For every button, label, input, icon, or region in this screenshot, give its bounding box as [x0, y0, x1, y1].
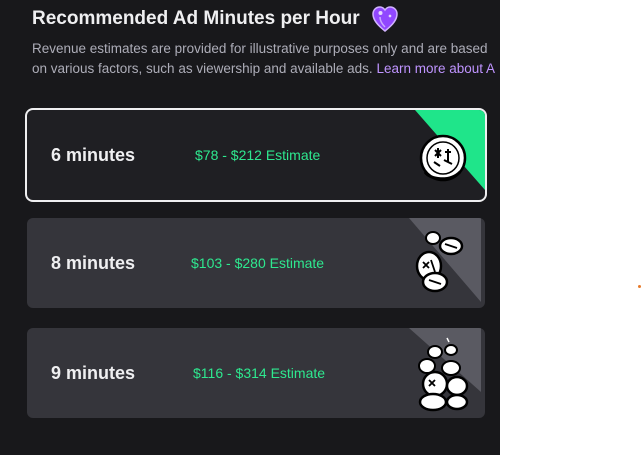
- description-line-2-text: on various factors, such as viewership a…: [32, 61, 377, 76]
- coin-pile-icon: [409, 328, 481, 412]
- option-estimate-label: $78 - $212 Estimate: [195, 147, 321, 163]
- option-estimate-label: $103 - $280 Estimate: [191, 255, 325, 271]
- description-line-1: Revenue estimates are provided for illus…: [32, 41, 488, 56]
- ad-minutes-panel: Recommended Ad Minutes per Hour Revenue …: [0, 0, 500, 455]
- section-header: Recommended Ad Minutes per Hour: [32, 4, 400, 34]
- option-minutes-label: 6 minutes: [51, 145, 136, 165]
- learn-more-link[interactable]: Learn more about A: [376, 61, 495, 76]
- single-coin-icon: [415, 110, 485, 190]
- coin-stack-icon: [409, 218, 481, 302]
- option-estimate-label: $116 - $314 Estimate: [193, 365, 326, 381]
- ad-option-9-minutes[interactable]: 9 minutes $116 - $314 Estimate: [27, 328, 485, 418]
- option-minutes-label: 9 minutes: [51, 363, 136, 383]
- section-title: Recommended Ad Minutes per Hour: [32, 8, 360, 29]
- description-line-2: on various factors, such as viewership a…: [32, 59, 500, 79]
- purple-heart-icon: [371, 6, 398, 32]
- option-minutes-label: 8 minutes: [51, 253, 136, 273]
- ad-option-6-minutes[interactable]: 6 minutes $78 - $212 Estimate: [27, 110, 485, 200]
- revenue-description: Revenue estimates are provided for illus…: [32, 39, 500, 79]
- orange-dot: [638, 285, 641, 288]
- ad-option-8-minutes[interactable]: 8 minutes $103 - $280 Estimate: [27, 218, 485, 308]
